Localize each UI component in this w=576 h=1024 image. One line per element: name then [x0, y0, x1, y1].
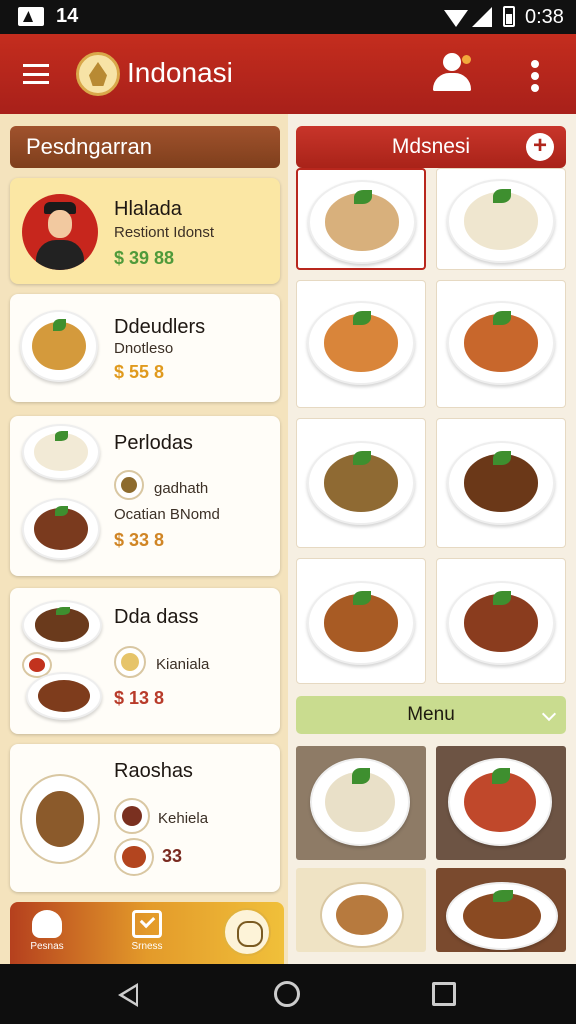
recents-icon[interactable]	[432, 982, 456, 1006]
shrimp-plate-image	[447, 301, 555, 385]
card-subtitle: Restiont Idonst	[114, 224, 215, 241]
right-panel-header[interactable]: Mdsnesi +	[296, 126, 566, 168]
card-name: Ddeudlers	[114, 316, 206, 338]
food-photo[interactable]	[296, 746, 426, 860]
chevron-down-icon	[541, 706, 557, 722]
app-bar: Indonasi	[0, 34, 576, 114]
card-price: $ 39 88	[114, 248, 175, 268]
small-bowl-image	[114, 798, 150, 834]
menu-card[interactable]: Raoshas Kehiela 33	[10, 744, 280, 892]
home-icon[interactable]	[274, 981, 300, 1007]
profile-body	[433, 73, 471, 91]
beef-plate-image	[447, 441, 555, 525]
fried-chicken-image	[307, 581, 415, 665]
card-subtitle: Dnotleso	[114, 340, 174, 357]
back-icon[interactable]	[118, 983, 138, 1007]
menu-tile[interactable]	[436, 280, 566, 408]
wifi-icon	[444, 10, 468, 27]
menu-tile[interactable]	[296, 168, 426, 270]
card-name: Raoshas	[114, 760, 193, 782]
satay-image	[22, 600, 102, 650]
menu-card[interactable]: Ddeudlers Dnotleso $ 55 8	[10, 294, 280, 402]
small-bowl-image	[114, 646, 146, 678]
chef-avatar	[22, 194, 98, 270]
card-price: $ 33 8	[114, 530, 165, 550]
add-icon[interactable]: +	[526, 133, 554, 161]
card-subtitle-2: Ocatian BNomd	[114, 506, 220, 523]
status-clock: 0:38	[525, 6, 564, 28]
status-time-left: 14	[56, 5, 79, 27]
card-price: $ 13 8	[114, 688, 165, 708]
card-name: Dda dass	[114, 606, 199, 628]
card-name: Perlodas	[114, 432, 193, 454]
menu-tile[interactable]	[296, 418, 426, 548]
restaurant-card[interactable]: Hlalada Restiont Idonst $ 39 88	[10, 178, 280, 284]
fried-rice-image	[20, 310, 98, 382]
gado-gado-image	[20, 774, 100, 864]
menu-tile[interactable]	[436, 168, 566, 270]
nav-item-srness[interactable]: Srness	[112, 910, 182, 962]
sausage-plate-image	[447, 581, 555, 665]
app-title: Indonasi	[127, 57, 233, 88]
menu-card[interactable]: Dda dass Kianiala $ 13 8	[10, 588, 280, 734]
profile-head	[443, 53, 461, 71]
nav-label: Pesnas	[30, 941, 64, 952]
menu-card[interactable]: Perlodas gadhath Ocatian BNomd $ 33 8	[10, 416, 280, 576]
hamburger-menu-icon[interactable]	[23, 64, 49, 84]
nav-item-pesnas[interactable]: Pesnas	[12, 910, 82, 962]
chicken-photo-bowl	[320, 882, 404, 948]
roast-photo-plate	[446, 882, 558, 950]
rice-plate-image	[447, 179, 555, 263]
food-photo[interactable]	[436, 868, 566, 952]
menu-tile[interactable]	[436, 418, 566, 548]
rice-image	[22, 424, 100, 480]
battery-icon	[503, 6, 515, 27]
food-photo[interactable]	[436, 746, 566, 860]
nav-label: Srness	[131, 941, 163, 952]
sim-icon	[18, 7, 44, 26]
right-panel: Mdsnesi + Menu	[288, 114, 576, 964]
card-price: $ 55 8	[114, 362, 165, 382]
menu-label: Menu	[407, 704, 455, 725]
card-name: Hlalada	[114, 198, 182, 220]
grilled-meat-image	[26, 672, 102, 720]
menu-tile[interactable]	[296, 558, 426, 684]
more-options-icon[interactable]	[531, 60, 539, 92]
menu-tile[interactable]	[296, 280, 426, 408]
left-panel-header[interactable]: Pesdngarran	[10, 126, 280, 168]
app-logo	[76, 52, 120, 96]
right-panel-title: Mdsnesi	[391, 135, 471, 158]
curry-bowl-image	[114, 838, 154, 876]
rice-photo-plate	[310, 758, 410, 846]
salad-photo-plate	[448, 758, 552, 846]
rendang-image	[22, 498, 100, 560]
order-icon	[132, 910, 162, 938]
menu-tile[interactable]	[436, 558, 566, 684]
food-photo[interactable]	[296, 868, 426, 952]
small-bowl-image	[114, 470, 144, 500]
fab-button[interactable]	[223, 908, 271, 956]
left-panel: Pesdngarran Hlalada Restiont Idonst $ 39…	[0, 114, 288, 964]
card-price: 33	[162, 846, 183, 866]
chicken-plate-image	[307, 301, 415, 385]
vegetable-plate-image	[307, 441, 415, 525]
card-subtitle: gadhath	[154, 480, 209, 497]
bottom-nav: Pesnas Srness	[10, 902, 284, 964]
card-subtitle: Kehiela	[158, 810, 209, 827]
status-bar: 14 0:38	[0, 0, 576, 34]
card-subtitle: Kianiala	[156, 656, 210, 673]
chef-icon	[32, 910, 62, 938]
menu-dropdown[interactable]: Menu	[296, 696, 566, 734]
notification-dot	[462, 55, 471, 64]
system-nav-bar	[0, 964, 576, 1024]
signal-icon	[472, 7, 492, 27]
food-plate-image	[308, 180, 416, 264]
